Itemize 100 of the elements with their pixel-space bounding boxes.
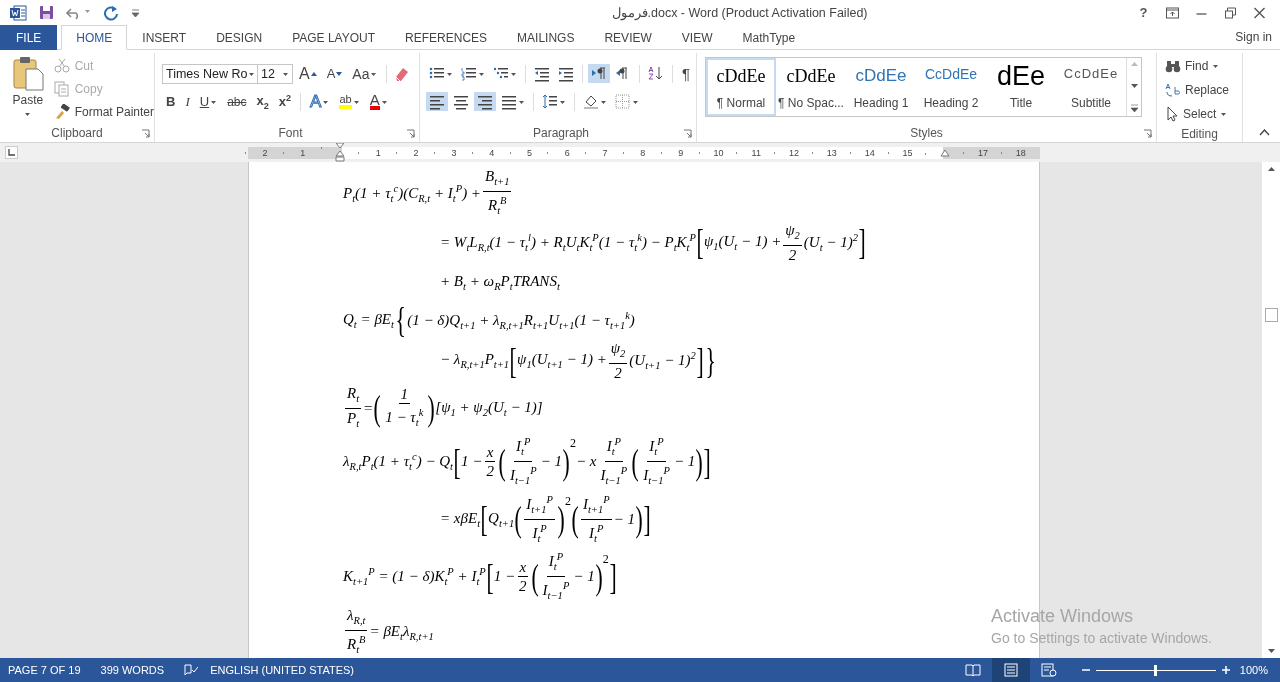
- math-bracket: (: [531, 558, 539, 595]
- ruler-number: 11: [751, 147, 761, 158]
- help-button[interactable]: ?: [1129, 5, 1158, 20]
- triangle-icon[interactable]: [336, 70, 343, 77]
- highlight-button[interactable]: ab: [335, 91, 364, 112]
- binoculars-icon[interactable]: [1165, 59, 1181, 73]
- math-expression: + B$_{t}$ + ω$_{R}$P$_{t}$TRANS$_{t}$: [440, 273, 560, 293]
- clipboard-icon[interactable]: [11, 55, 44, 91]
- print-layout-button[interactable]: [991, 658, 1030, 682]
- math-expression: λ$_{R,t}$P$_{t}$(1 + τ$_{t}$$^{c}$) − Q$_{t}$: [343, 451, 454, 473]
- fraction-denominator: 2: [787, 245, 798, 264]
- zoom-in-icon[interactable]: [1221, 666, 1230, 674]
- style-item[interactable]: CcDdEe Heading 2: [916, 58, 986, 116]
- group-label: Editing: [1181, 126, 1218, 141]
- ruler-number: 3: [451, 147, 457, 158]
- page-count[interactable]: PAGE 7 OF 19: [8, 664, 81, 676]
- ribbon-tab[interactable]: DESIGN: [201, 25, 278, 50]
- ribbon-tab[interactable]: VIEW: [666, 25, 728, 50]
- zoom-slider-thumb[interactable]: [1154, 664, 1158, 676]
- math-bracket: (: [373, 390, 381, 426]
- style-item[interactable]: cDdEe ¶ No Spac...: [776, 58, 846, 116]
- show-formatting-button[interactable]: ¶: [678, 63, 695, 84]
- ribbon-tab[interactable]: REFERENCES: [390, 25, 503, 50]
- ribbon-tab[interactable]: MAILINGS: [502, 25, 590, 50]
- underline-button[interactable]: U: [195, 91, 222, 112]
- cursor-icon[interactable]: [1165, 106, 1179, 122]
- indent-marker-icon[interactable]: [335, 143, 346, 162]
- save-icon[interactable]: [39, 5, 54, 20]
- shading-icon[interactable]: [583, 93, 599, 110]
- dialog-launcher-icon[interactable]: [141, 129, 150, 138]
- math-expression: (U$_{t+1}$ − 1)$^{2}$: [629, 350, 696, 372]
- math-bracket: ]: [696, 342, 704, 379]
- font-size-field[interactable]: 12: [257, 63, 293, 84]
- math-bracket: {: [395, 302, 406, 339]
- math-expression: =: [363, 399, 374, 417]
- font-button[interactable]: x$^{2}$: [274, 91, 296, 112]
- style-item[interactable]: cDdEe ¶ Normal: [706, 58, 776, 116]
- editing-button[interactable]: Find: [1165, 55, 1242, 77]
- justify-icon[interactable]: [501, 93, 517, 110]
- italic-button[interactable]: I: [181, 91, 194, 112]
- font-color-button[interactable]: A: [365, 91, 392, 112]
- language-indicator[interactable]: ENGLISH (UNITED STATES): [210, 664, 354, 676]
- font-button[interactable]: A: [295, 63, 321, 84]
- math-bracket: [: [453, 443, 461, 480]
- scrollbar-thumb[interactable]: [1264, 308, 1278, 322]
- ribbon-tab[interactable]: MathType: [727, 25, 811, 50]
- editing-button[interactable]: Select: [1165, 103, 1242, 125]
- math-bracket: ): [595, 558, 603, 595]
- customize-toolbar-icon[interactable]: [131, 7, 140, 18]
- ruler-number: 10: [713, 147, 724, 158]
- more-styles-icon[interactable]: [1129, 104, 1139, 113]
- clipboard-button[interactable]: Format Painter: [53, 100, 154, 123]
- math-bracket: ): [557, 501, 565, 538]
- proofing-icon[interactable]: [184, 663, 199, 677]
- math-bracket: [: [509, 342, 517, 379]
- math-bracket: [: [696, 224, 704, 261]
- style-item[interactable]: dEe Title: [986, 58, 1056, 116]
- fraction-numerator: ψ$_{2}$: [783, 220, 802, 246]
- ribbon-tab[interactable]: HOME: [61, 25, 128, 50]
- web-layout-icon[interactable]: [1040, 663, 1057, 677]
- paintbrush-icon[interactable]: [53, 103, 70, 120]
- numbering-icon[interactable]: [461, 65, 477, 82]
- line-spacing-icon[interactable]: [542, 93, 558, 110]
- dialog-launcher-icon[interactable]: [683, 129, 692, 138]
- zoom-level[interactable]: 100%: [1239, 664, 1268, 676]
- dialog-launcher-icon[interactable]: [406, 129, 415, 138]
- math-bracket: ): [635, 501, 643, 538]
- triangle-icon[interactable]: [310, 70, 317, 77]
- math-bracket: (: [514, 501, 522, 538]
- ribbon-tab[interactable]: REVIEW: [589, 25, 667, 50]
- ribbon-tab[interactable]: PAGE LAYOUT: [277, 25, 391, 50]
- style-item[interactable]: CcDdEe Subtitle: [1056, 58, 1126, 116]
- collapse-ribbon-icon[interactable]: [1259, 129, 1270, 136]
- redo-icon[interactable]: [103, 4, 119, 21]
- font-button[interactable]: Aa: [348, 63, 382, 84]
- app-icon[interactable]: [10, 4, 27, 21]
- style-item[interactable]: cDdEe Heading 1: [846, 58, 916, 116]
- paste-button[interactable]: Paste: [6, 55, 50, 124]
- sign-in-link[interactable]: Sign in: [1235, 30, 1272, 44]
- scroll-down-icon[interactable]: [1266, 648, 1276, 654]
- math-expression: − 1: [540, 453, 562, 471]
- word-count[interactable]: 399 WORDS: [100, 664, 165, 676]
- scroll-up-icon[interactable]: [1266, 166, 1276, 172]
- math-expression: = βE$_{t}$λ$_{R,t+1}$: [369, 623, 434, 643]
- dialog-launcher-icon[interactable]: [1143, 129, 1152, 138]
- print-layout-icon[interactable]: [1003, 663, 1018, 677]
- font-button[interactable]: A: [322, 63, 347, 84]
- strikethrough-button[interactable]: abc: [223, 91, 251, 112]
- bold-button[interactable]: B: [162, 91, 180, 112]
- zoom-out-icon[interactable]: [1081, 666, 1090, 674]
- fraction-numerator: x: [517, 558, 529, 578]
- ribbon-tab[interactable]: FILE: [0, 25, 58, 50]
- font-button[interactable]: x$_{2}$: [252, 91, 273, 112]
- replace-icon[interactable]: [1165, 82, 1181, 98]
- ribbon-tab[interactable]: INSERT: [127, 25, 202, 50]
- right-indent-marker-icon[interactable]: [940, 148, 951, 157]
- font-name-field[interactable]: Times New Ro: [162, 63, 258, 84]
- read-mode-icon[interactable]: [964, 663, 981, 677]
- scroll-down-icon[interactable]: [1129, 82, 1139, 89]
- editing-button[interactable]: Replace: [1165, 79, 1242, 101]
